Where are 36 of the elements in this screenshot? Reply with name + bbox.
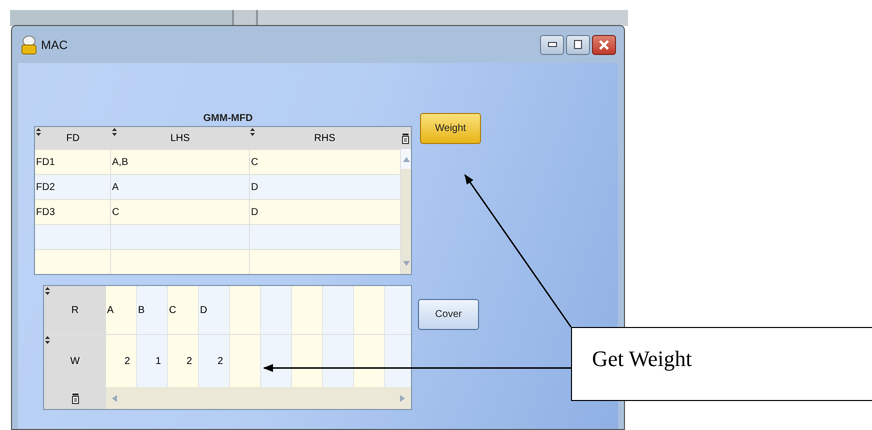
app-icon [20,34,38,54]
sort-icon [250,128,256,136]
sort-icon [36,128,41,136]
close-icon [599,40,609,50]
minimize-button[interactable] [540,34,564,54]
column-header-label: LHS [170,132,190,144]
sort-icon [112,128,117,136]
table-cell: 1 [137,335,168,387]
table-cell: 2 [106,335,137,387]
scroll-left-icon [112,394,117,402]
column-header-label: FD [66,132,80,144]
table-cell: 2 [199,335,230,387]
scroll-down-icon [402,261,410,266]
maximize-icon [574,40,582,49]
maximize-button[interactable] [566,34,590,54]
callout-label: Get Weight [571,327,872,401]
row-header-label: R [71,304,79,316]
close-button[interactable] [592,34,616,54]
table-cell: C [168,286,199,334]
table-title: GMM-MFD [203,113,253,126]
scroll-right-icon [400,394,405,402]
row-header-label: W [70,356,80,366]
window-title: MAC [41,38,68,52]
table-cell: D [199,286,230,334]
sort-icon [45,287,50,295]
minimize-icon [548,42,556,47]
column-chooser-icon [402,132,409,144]
sort-icon [45,336,50,344]
table-cell: B [137,286,168,334]
weight-button[interactable]: Weight [420,113,481,144]
column-chooser-icon [72,392,78,404]
table-cell: A [106,286,137,334]
cover-button[interactable]: Cover [418,299,479,330]
table-cell: 2 [168,335,199,387]
column-header-label: RHS [314,132,336,144]
scroll-up-icon [402,157,410,162]
